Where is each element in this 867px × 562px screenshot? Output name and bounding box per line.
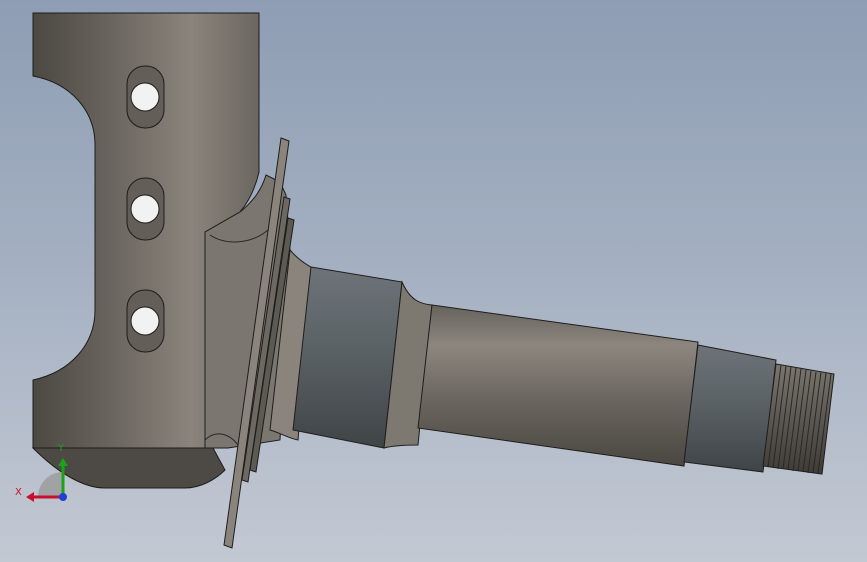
slotted-hole-top	[126, 65, 165, 129]
triad-z-axis	[59, 493, 67, 501]
bearing-seat-small	[683, 344, 777, 473]
main-shaft	[417, 304, 699, 467]
slotted-hole-middle	[126, 177, 165, 241]
view-triad[interactable]	[26, 458, 68, 502]
model-canvas[interactable]	[0, 0, 867, 562]
triad-y-label: Y	[58, 443, 65, 454]
triad-x-label: X	[15, 487, 22, 498]
bearing-seat-large	[292, 266, 403, 449]
graphics-viewport[interactable]: X Y	[0, 0, 867, 562]
slotted-hole-bottom	[126, 289, 165, 353]
threaded-end	[762, 363, 835, 475]
triad-x-arrow	[26, 492, 34, 502]
triad-quadrant	[38, 472, 63, 497]
